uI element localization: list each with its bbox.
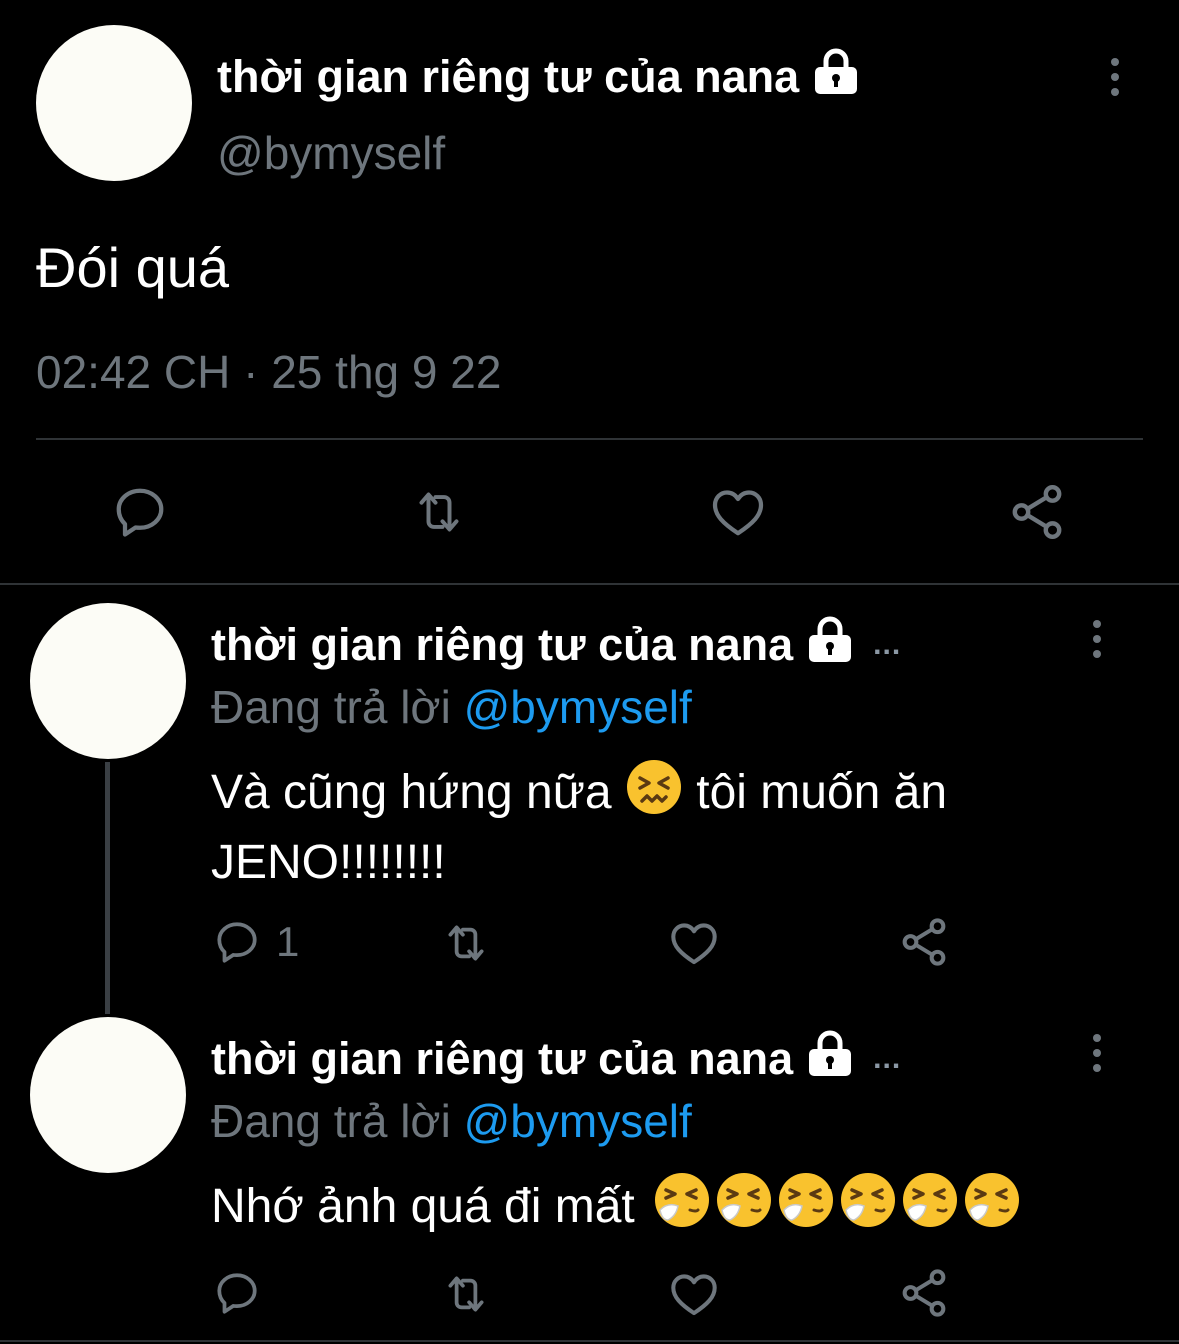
reply-icon [217,922,257,963]
lock-icon [805,1030,855,1087]
lock-icon [805,616,855,673]
sneezing-face-emoji [776,1170,836,1246]
more-icon[interactable] [1092,1034,1102,1072]
more-icon[interactable] [1092,620,1102,658]
retweet-icon [419,492,459,532]
sneezing-face-emoji [652,1170,712,1246]
retweet-icon [448,1276,484,1312]
share-icon [1012,485,1062,539]
display-name[interactable]: thời gian riêng tư của nana ... [211,616,901,673]
share-icon [902,918,946,966]
retweet-button[interactable] [408,484,470,540]
reply-count: 1 [276,918,300,965]
mention-link[interactable]: @bymyself [464,681,692,733]
reply-icon [116,488,164,537]
tweet-text-line1b: tôi muốn ăn [696,766,948,819]
share-button[interactable] [897,914,951,970]
reply-button[interactable]: 1 [212,917,299,967]
display-name-text: thời gian riêng tư của nana [217,50,800,102]
sneezing-face-emoji [714,1170,774,1246]
sneezing-face-emoji [900,1170,960,1246]
avatar[interactable] [30,1017,186,1173]
ellipsis: ... [873,627,902,661]
timestamp[interactable]: 02:42 CH · 25 thg 9 22 [36,345,501,399]
display-name[interactable]: thời gian riêng tư của nana [217,48,861,105]
retweet-button[interactable] [438,1269,494,1319]
retweet-icon [448,925,484,961]
share-button[interactable] [1006,480,1068,544]
replying-prefix: Đang trả lời [211,1095,451,1147]
tweet-text: Và cũng hứng nữa tôi muốn ăn JENO!!!!!!!… [211,758,1141,894]
display-name-text: thời gian riêng tư của nana [211,618,794,670]
like-icon [671,923,717,965]
replying-prefix: Đang trả lời [211,681,451,733]
tweet-text: Đói quá [36,236,230,299]
divider [36,438,1143,440]
reply-icon [217,1273,257,1314]
reply-button[interactable] [110,482,170,542]
retweet-button[interactable] [438,918,494,968]
sneezing-face-emoji-row [648,1173,1022,1233]
handle[interactable]: @bymyself [217,126,445,180]
thread-line [105,762,110,1014]
tweet-text-line2: JENO!!!!!!!! [211,836,446,889]
bottom-divider [0,1340,1179,1342]
replying-to: Đang trả lời @bymyself [211,680,692,734]
ellipsis: ... [873,1041,902,1075]
tweet-text-line1: Và cũng hứng nữa [211,766,612,819]
avatar[interactable] [36,25,192,181]
section-divider [0,583,1179,585]
display-name-text: thời gian riêng tư của nana [211,1032,794,1084]
sneezing-face-emoji [962,1170,1022,1246]
like-button[interactable] [666,1267,722,1321]
display-name[interactable]: thời gian riêng tư của nana ... [211,1030,901,1087]
more-icon[interactable] [1110,58,1120,96]
confounded-face-emoji [625,758,683,832]
replying-to: Đang trả lời @bymyself [211,1094,692,1148]
tweet-text: Nhớ ảnh quá đi mất [211,1170,1022,1246]
like-button[interactable] [706,482,770,542]
tweet-text-body: Nhớ ảnh quá đi mất [211,1180,635,1233]
like-icon [712,490,764,536]
sneezing-face-emoji [838,1170,898,1246]
mention-link[interactable]: @bymyself [464,1095,692,1147]
share-icon [902,1269,946,1317]
reply-button[interactable] [212,1268,262,1318]
share-button[interactable] [897,1265,951,1321]
like-icon [671,1274,717,1316]
lock-icon [811,48,861,105]
like-button[interactable] [666,916,722,970]
avatar[interactable] [30,603,186,759]
